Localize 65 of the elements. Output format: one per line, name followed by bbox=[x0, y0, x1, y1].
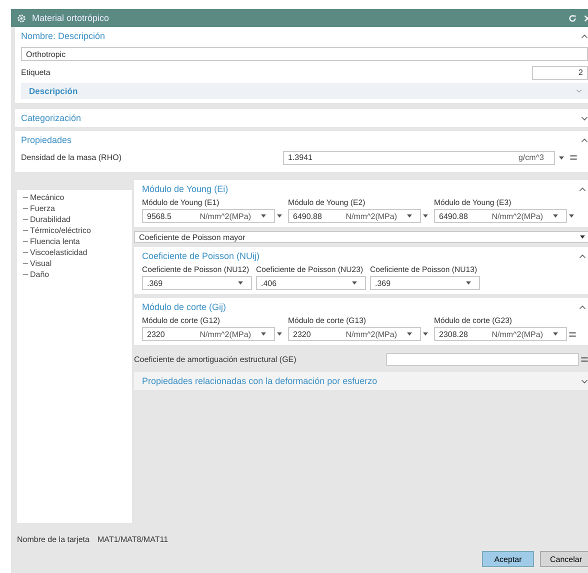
dropdown-arrow-icon[interactable] bbox=[559, 156, 564, 160]
dropdown-arrow-icon[interactable] bbox=[423, 332, 428, 336]
refresh-icon[interactable] bbox=[568, 14, 577, 22]
dropdown-arrow-icon[interactable] bbox=[580, 235, 585, 239]
tree-item[interactable]: Mecánico bbox=[30, 193, 64, 202]
dropdown-arrow-icon[interactable] bbox=[261, 214, 266, 218]
value-field[interactable]: 2308.28 N/mm^2(MPa) bbox=[434, 327, 567, 341]
tree-item[interactable]: Visual bbox=[30, 259, 52, 268]
value-field[interactable]: .369 bbox=[142, 276, 252, 290]
chevron-icon[interactable] bbox=[581, 378, 588, 384]
tree-item[interactable]: Durabilidad bbox=[30, 215, 70, 224]
section-title: Categorización bbox=[21, 113, 82, 123]
window-title: Material ortotrópico bbox=[32, 13, 110, 23]
dropdown-arrow-icon[interactable] bbox=[407, 332, 412, 336]
dropdown-arrow-icon[interactable] bbox=[466, 281, 471, 285]
subsection-title: Descripción bbox=[29, 86, 78, 96]
damping-label: Coeficiente de amortiguación estructural (GE) bbox=[134, 355, 298, 364]
damping-field[interactable] bbox=[386, 353, 579, 366]
cancel-button[interactable]: Cancelar bbox=[540, 551, 588, 567]
label-text: Etiqueta bbox=[21, 68, 50, 77]
dropdown-arrow-icon[interactable] bbox=[277, 214, 282, 218]
section-title: Propiedades bbox=[21, 135, 72, 145]
dropdown-arrow-icon[interactable] bbox=[277, 332, 282, 336]
equals-icon[interactable] bbox=[581, 357, 588, 362]
chevron-icon[interactable] bbox=[579, 254, 586, 258]
tree-item[interactable]: Daño bbox=[30, 270, 50, 279]
density-field[interactable]: 1.3941 g/cm^3 bbox=[283, 150, 555, 164]
group-title: Módulo de corte (Gij) bbox=[142, 302, 226, 312]
tree-item[interactable]: Térmico/eléctrico bbox=[30, 226, 91, 235]
dropdown[interactable]: Coeficiente de Poisson mayor bbox=[134, 231, 588, 243]
dropdown-arrow-icon[interactable] bbox=[407, 214, 412, 218]
dropdown-arrow-icon[interactable] bbox=[553, 214, 558, 218]
tree-item[interactable]: Viscoelasticidad bbox=[30, 248, 88, 257]
value-field[interactable]: 9568.5 N/mm^2(MPa) bbox=[142, 209, 275, 223]
dropdown-arrow-icon[interactable] bbox=[569, 214, 574, 218]
card-name-label: Nombre de la tarjeta bbox=[17, 534, 90, 544]
dropdown-arrow-icon[interactable] bbox=[553, 332, 558, 336]
value-field[interactable]: 2320 N/mm^2(MPa) bbox=[142, 327, 275, 341]
group-title: Coeficiente de Poisson (NUij) bbox=[142, 251, 260, 261]
section-title: Nombre: Descripción bbox=[21, 31, 106, 41]
chevron-icon[interactable] bbox=[581, 34, 588, 38]
card-name-value: MAT1/MAT8/MAT11 bbox=[97, 534, 168, 544]
chevron-icon[interactable] bbox=[581, 138, 588, 142]
equals-icon[interactable] bbox=[569, 332, 576, 336]
label-field[interactable]: 2 bbox=[532, 66, 588, 80]
dropdown-arrow-icon[interactable] bbox=[352, 281, 357, 285]
density-label: Densidad de la masa (RHO) bbox=[21, 153, 122, 162]
accept-button[interactable]: Aceptar bbox=[482, 551, 534, 567]
value-field[interactable]: .406 bbox=[256, 276, 366, 290]
dropdown-arrow-icon[interactable] bbox=[423, 214, 428, 218]
equals-icon[interactable] bbox=[570, 155, 577, 160]
chevron-icon[interactable] bbox=[579, 186, 586, 192]
settings-icon bbox=[17, 14, 26, 22]
name-field[interactable]: Orthotropic bbox=[21, 47, 588, 61]
group-title: Módulo de Young (Ei) bbox=[142, 184, 228, 194]
chevron-icon[interactable] bbox=[581, 116, 588, 120]
dropdown-arrow-icon[interactable] bbox=[261, 332, 266, 336]
tree-item[interactable]: Fluencia lenta bbox=[30, 237, 80, 246]
chevron-icon[interactable] bbox=[579, 304, 586, 310]
value-field[interactable]: 6490.88 N/mm^2(MPa) bbox=[288, 209, 421, 223]
tree-item[interactable]: Fuerza bbox=[30, 204, 55, 213]
value-field[interactable]: .369 bbox=[370, 276, 480, 290]
value-field[interactable]: 6490.88 N/mm^2(MPa) bbox=[434, 209, 567, 223]
dropdown-arrow-icon[interactable] bbox=[238, 281, 243, 285]
value-field[interactable]: 2320 N/mm^2(MPa) bbox=[288, 327, 421, 341]
